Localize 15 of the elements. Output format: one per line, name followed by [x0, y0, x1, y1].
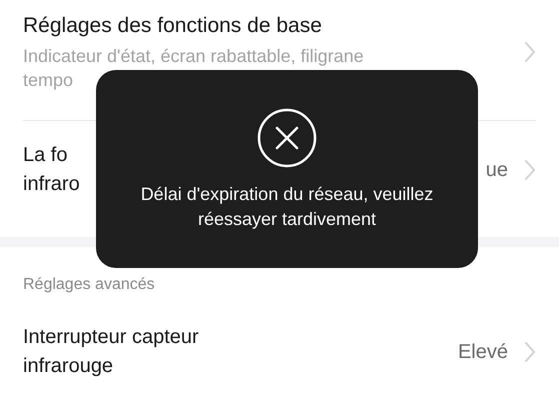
setting-description: tempo: [23, 69, 74, 92]
setting-title: Réglages des fonctions de base: [23, 13, 323, 39]
setting-title: Interrupteur capteur: [23, 325, 199, 350]
setting-value: ue: [486, 158, 508, 183]
toast-message: Délai d'expiration du réseau, veuillez réessayer tardivement: [140, 183, 434, 231]
chevron-right-icon: [524, 341, 536, 363]
setting-description: Indicateur d'état, écran rabattable, filigrane: [23, 45, 364, 68]
setting-value: Elevé: [458, 340, 508, 365]
close-circle-icon: [257, 108, 317, 168]
setting-title: La fo: [23, 143, 68, 168]
setting-title: infraro: [23, 172, 80, 197]
chevron-right-icon: [524, 159, 536, 181]
setting-title: infrarouge: [23, 354, 114, 379]
section-header: Réglages avancés: [23, 276, 155, 293]
chevron-right-icon: [524, 41, 536, 63]
